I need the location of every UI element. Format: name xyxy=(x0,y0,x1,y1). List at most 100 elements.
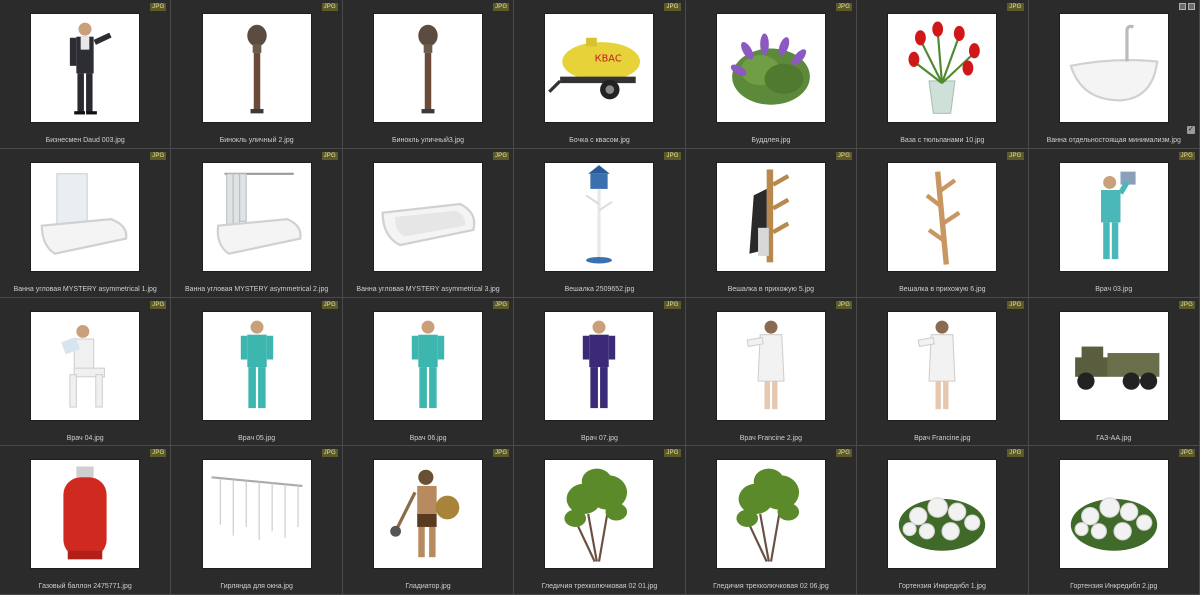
thumbnail-cell[interactable]: JPG Ванна угловая MYSTERY asymmetrical 2.… xyxy=(171,148,343,298)
wall-hanger-with-coats-icon[interactable] xyxy=(716,162,825,271)
hydrangea-bush-icon[interactable] xyxy=(1059,460,1168,569)
file-name-label: Ванна угловая MYSTERY asymmetrical 1.jpg xyxy=(13,285,157,293)
file-type-badge: JPG xyxy=(835,449,853,458)
thumbnail-cell[interactable]: JPG Гладиатор.jpg xyxy=(342,446,515,595)
doctor-standing-icon[interactable] xyxy=(202,311,311,420)
file-name-label: Врач Francine 2.jpg xyxy=(739,434,803,442)
file-name-label: Гладиатор.jpg xyxy=(405,583,451,591)
thumbnail-cell[interactable]: КВАС JPG Бочка с квасом.jpg xyxy=(514,0,686,149)
file-name-label: Врач 06.jpg xyxy=(409,434,447,442)
file-type-badge: JPG xyxy=(321,151,338,160)
file-type-badge: JPG xyxy=(321,3,338,11)
file-name-label: Газовый баллон 2475771.jpg xyxy=(38,583,132,591)
thumbnail-cell[interactable]: JPG Гортензия Инкредибл 2.jpg xyxy=(1028,446,1200,595)
file-name-label: Гледичия трехколючковая 02 06.jpg xyxy=(713,583,829,591)
file-name-label: Ваза с тюльпанами 10.jpg xyxy=(900,137,985,144)
file-type-badge: JPG xyxy=(492,300,510,309)
thumbnail-cell[interactable]: ✓ Ванна отдельностоящая минимализм.jpg xyxy=(1028,0,1200,149)
doctor-standing-icon[interactable] xyxy=(374,311,483,420)
file-name-label: Вешалка в прихожую 5.jpg xyxy=(727,285,815,293)
file-name-label: Вешалка в прихожую 6.jpg xyxy=(899,285,986,293)
thumbnail-cell[interactable]: JPG Врач 05.jpg xyxy=(171,297,343,447)
file-type-badge: JPG xyxy=(1178,151,1195,160)
hydrangea-bush-icon[interactable] xyxy=(888,460,997,569)
file-name-label: Ванна угловая MYSTERY asymmetrical 3.jpg xyxy=(356,285,500,293)
file-type-badge: JPG xyxy=(664,3,681,11)
file-type-badge: JPG xyxy=(664,300,681,309)
thumbnail-cell[interactable]: JPG Врач 04.jpg xyxy=(0,297,172,447)
coat-stand-icon[interactable] xyxy=(545,162,654,271)
file-name-label: Бизнесмен Daud 003.jpg xyxy=(45,137,125,144)
corner-bath-screen-icon[interactable] xyxy=(31,162,140,271)
thumbnail-cell[interactable]: JPG Гледичия трехколючковая 02 01.jpg xyxy=(514,446,686,595)
file-name-label: Ванна отдельностоящая минимализм.jpg xyxy=(1046,137,1181,144)
thumbnail-grid: JPG Бизнесмен Daud 003.jpg JPG Бинокль улич… xyxy=(0,0,1200,595)
file-type-badge: JPG xyxy=(321,449,338,458)
file-name-label: Врач 03.jpg xyxy=(1095,285,1133,293)
thumbnail-cell[interactable]: JPG Вешалка в прихожую 5.jpg xyxy=(685,148,858,298)
thumbnail-cell[interactable]: JPG ГАЗ-АА.jpg xyxy=(1028,297,1200,447)
thumbnail-cell[interactable]: JPG Врач 03.jpg xyxy=(1028,148,1200,298)
truck-icon[interactable] xyxy=(1059,311,1168,420)
doctor-xray-icon[interactable] xyxy=(1059,162,1168,271)
tulip-vase-icon[interactable] xyxy=(888,14,997,122)
thumbnail-cell[interactable]: JPG Бизнесмен Daud 003.jpg xyxy=(0,0,172,149)
street-binocular-icon[interactable] xyxy=(374,14,483,122)
file-name-label: Бинокль уличный3.jpg xyxy=(392,137,465,144)
file-name-label: Ванна угловая MYSTERY asymmetrical 2.jpg xyxy=(185,285,329,293)
thumbnail-tools xyxy=(1178,3,1195,10)
doctor-francine-icon[interactable] xyxy=(888,311,997,420)
file-type-badge: JPG xyxy=(664,449,681,458)
buddleia-bush-icon[interactable] xyxy=(716,14,825,122)
file-name-label: Гледичия трехколючковая 02 01.jpg xyxy=(541,583,658,591)
file-name-label: Буддлея.jpg xyxy=(751,137,791,144)
thumbnail-cell[interactable]: JPG Врач 07.jpg xyxy=(514,297,686,447)
branch-hanger-icon[interactable] xyxy=(888,162,997,271)
gas-cylinder-icon[interactable] xyxy=(31,460,140,569)
street-binocular-icon[interactable] xyxy=(202,14,311,122)
thumbnail-cell[interactable]: JPG Гирлянда для окна.jpg xyxy=(171,446,343,595)
checkbox-icon[interactable]: ✓ xyxy=(1186,126,1195,134)
file-type-badge: JPG xyxy=(1007,449,1024,458)
corner-bath-curtain-icon[interactable] xyxy=(202,162,311,271)
doctor-francine-icon[interactable] xyxy=(716,311,825,420)
gladiator-icon[interactable] xyxy=(374,460,483,569)
file-type-badge: JPG xyxy=(150,3,167,11)
thumbnail-cell[interactable]: JPG Ванна угловая MYSTERY asymmetrical 3.… xyxy=(342,148,515,298)
kvass-barrel-icon[interactable]: КВАС xyxy=(545,14,654,122)
select-box-icon[interactable] xyxy=(1178,3,1186,10)
file-name-label: Бинокль уличный 2.jpg xyxy=(219,137,294,144)
thumbnail-cell[interactable]: JPG Ваза с тюльпанами 10.jpg xyxy=(857,0,1029,149)
honey-locust-tree-icon[interactable] xyxy=(545,460,654,569)
file-type-badge: JPG xyxy=(1007,3,1024,11)
thumbnail-cell[interactable]: JPG Бинокль уличный 2.jpg xyxy=(171,0,343,149)
file-type-badge: JPG xyxy=(150,151,167,160)
thumbnail-cell[interactable]: JPG Врач Francine 2.jpg xyxy=(685,297,858,447)
file-type-badge: JPG xyxy=(664,151,681,160)
thumbnail-cell[interactable]: JPG Буддлея.jpg xyxy=(685,0,858,149)
thumbnail-cell[interactable]: JPG Вешалка в прихожую 6.jpg xyxy=(857,148,1029,298)
thumbnail-cell[interactable]: JPG Врач 06.jpg xyxy=(342,297,515,447)
edit-icon[interactable] xyxy=(1187,3,1195,10)
freestanding-bathtub-icon[interactable] xyxy=(1059,14,1168,122)
file-type-badge: JPG xyxy=(492,151,510,160)
thumbnail-cell[interactable]: JPG Гортензия Инкредибл 1.jpg xyxy=(857,446,1029,595)
businessman-icon[interactable] xyxy=(31,14,140,122)
thumbnail-cell[interactable]: JPG Вешалка 2509652.jpg xyxy=(514,148,686,298)
file-type-badge: JPG xyxy=(1007,300,1024,309)
thumbnail-cell[interactable]: JPG Гледичия трехколючковая 02 06.jpg xyxy=(685,446,858,595)
corner-bath-icon[interactable] xyxy=(374,162,483,271)
file-name-label: Врач 07.jpg xyxy=(580,434,618,442)
thumbnail-cell[interactable]: JPG Бинокль уличный3.jpg xyxy=(342,0,515,149)
thumbnail-cell[interactable]: JPG Газовый баллон 2475771.jpg xyxy=(0,446,172,595)
file-name-label: ГАЗ-АА.jpg xyxy=(1096,434,1132,442)
thumbnail-cell[interactable]: JPG Врач Francine.jpg xyxy=(857,297,1029,447)
file-name-label: Гирлянда для окна.jpg xyxy=(220,583,293,591)
nurse-standing-icon[interactable] xyxy=(545,311,654,420)
doctor-seated-icon[interactable] xyxy=(31,311,140,420)
honey-locust-tree-icon[interactable] xyxy=(716,460,825,569)
thumbnail-cell[interactable]: JPG Ванна угловая MYSTERY asymmetrical 1.… xyxy=(0,148,172,298)
file-name-label: Вешалка 2509652.jpg xyxy=(564,285,635,293)
window-garland-icon[interactable] xyxy=(202,460,311,569)
file-type-badge: JPG xyxy=(492,3,510,11)
